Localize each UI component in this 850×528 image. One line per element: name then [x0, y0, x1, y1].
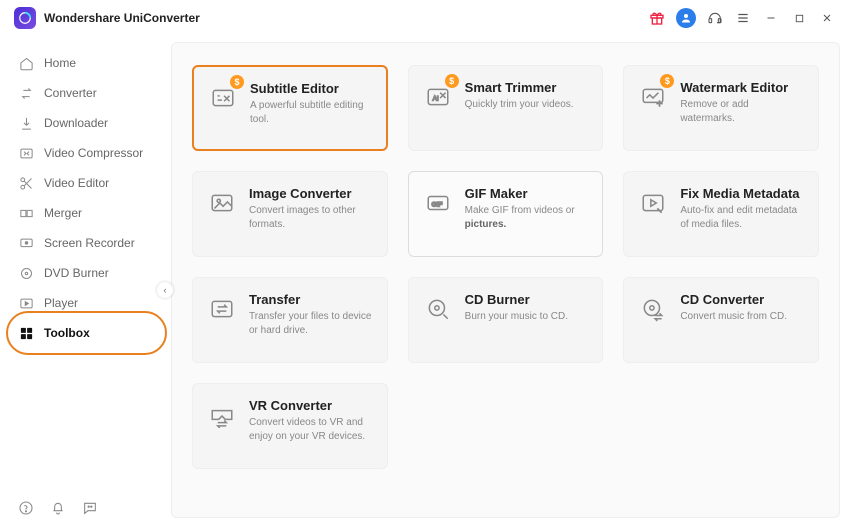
tool-title: Image Converter	[249, 186, 373, 201]
sidebar-item-label: Downloader	[44, 116, 108, 130]
down-icon	[18, 115, 34, 131]
tool-image-converter[interactable]: Image Converter Convert images to other f…	[192, 171, 388, 257]
sidebar-item-converter[interactable]: Converter	[0, 78, 165, 108]
sidebar-item-compressor[interactable]: Video Compressor	[0, 138, 165, 168]
sidebar-item-label: Merger	[44, 206, 82, 220]
watermark-icon: $	[638, 80, 668, 114]
tool-fix-metadata[interactable]: Fix Media Metadata Auto-fix and edit meta…	[623, 171, 819, 257]
tool-subtitle-editor[interactable]: $ Subtitle Editor A powerful subtitle edi…	[192, 65, 388, 151]
vr-icon	[207, 398, 237, 432]
tool-desc: Convert videos to VR and enjoy on your V…	[249, 416, 373, 443]
minimize-button[interactable]	[762, 9, 780, 27]
tool-desc: A powerful subtitle editing tool.	[250, 99, 372, 126]
app-logo	[14, 7, 36, 29]
converter-icon	[18, 85, 34, 101]
bell-icon[interactable]	[50, 500, 66, 516]
gif-icon: GIF	[423, 186, 453, 220]
play-icon	[18, 295, 34, 311]
sidebar-footer	[18, 500, 98, 516]
recorder-icon	[18, 235, 34, 251]
premium-badge: $	[660, 74, 674, 88]
subtitle-icon: $	[208, 81, 238, 115]
transfer-icon	[207, 292, 237, 326]
tool-title: Transfer	[249, 292, 373, 307]
home-icon	[18, 55, 34, 71]
close-button[interactable]	[818, 9, 836, 27]
app-title: Wondershare UniConverter	[44, 11, 200, 25]
sidebar-item-label: Video Editor	[44, 176, 109, 190]
tool-desc: Burn your music to CD.	[465, 310, 568, 324]
tool-gif-maker[interactable]: GIF GIF Maker Make GIF from videos or pic…	[408, 171, 604, 257]
tool-desc: Quickly trim your videos.	[465, 98, 574, 112]
help-icon[interactable]	[18, 500, 34, 516]
tool-title: Watermark Editor	[680, 80, 804, 95]
tool-cd-burner[interactable]: CD Burner Burn your music to CD.	[408, 277, 604, 363]
sidebar-collapse-button[interactable]: ‹	[157, 282, 173, 298]
tool-title: Smart Trimmer	[465, 80, 574, 95]
tool-grid: $ Subtitle Editor A powerful subtitle edi…	[171, 42, 840, 518]
image-icon	[207, 186, 237, 220]
tool-desc: Transfer your files to device or hard dr…	[249, 310, 373, 337]
sidebar-item-label: DVD Burner	[44, 266, 109, 280]
titlebar: Wondershare UniConverter	[0, 0, 850, 36]
tool-title: Fix Media Metadata	[680, 186, 804, 201]
sidebar-item-recorder[interactable]: Screen Recorder	[0, 228, 165, 258]
headset-icon[interactable]	[706, 9, 724, 27]
svg-text:AI: AI	[432, 95, 438, 102]
sidebar-item-dvd[interactable]: DVD Burner	[0, 258, 165, 288]
dvd-icon	[18, 265, 34, 281]
cd-convert-icon	[638, 292, 668, 326]
sidebar-item-merger[interactable]: Merger	[0, 198, 165, 228]
sidebar-item-label: Player	[44, 296, 78, 310]
sidebar-item-home[interactable]: Home	[0, 48, 165, 78]
sidebar-item-player[interactable]: Player	[0, 288, 165, 318]
gift-icon[interactable]	[648, 9, 666, 27]
user-avatar[interactable]	[676, 8, 696, 28]
tool-title: CD Converter	[680, 292, 787, 307]
tool-smart-trimmer[interactable]: AI$ Smart TrimmerQuickly trim your video…	[408, 65, 604, 151]
sidebar-item-label: Toolbox	[44, 326, 90, 340]
maximize-button[interactable]	[790, 9, 808, 27]
tool-cd-converter[interactable]: CD Converter Convert music from CD.	[623, 277, 819, 363]
tool-desc: Auto-fix and edit metadata of media file…	[680, 204, 804, 231]
sidebar-item-label: Converter	[44, 86, 97, 100]
menu-icon[interactable]	[734, 9, 752, 27]
trimmer-icon: AI$	[423, 80, 453, 114]
toolbox-icon	[18, 325, 34, 341]
tool-title: CD Burner	[465, 292, 568, 307]
scissors-icon	[18, 175, 34, 191]
tool-desc: Make GIF from videos or pictures.	[465, 204, 589, 231]
sidebar-item-toolbox[interactable]: Toolbox	[0, 318, 165, 348]
tool-desc: Convert music from CD.	[680, 310, 787, 324]
feedback-icon[interactable]	[82, 500, 98, 516]
premium-badge: $	[445, 74, 459, 88]
merge-icon	[18, 205, 34, 221]
tool-title: VR Converter	[249, 398, 373, 413]
tool-transfer[interactable]: Transfer Transfer your files to device or…	[192, 277, 388, 363]
tool-desc: Convert images to other formats.	[249, 204, 373, 231]
svg-text:GIF: GIF	[431, 201, 442, 208]
metadata-icon	[638, 186, 668, 220]
sidebar-item-label: Home	[44, 56, 76, 70]
tool-desc: Remove or add watermarks.	[680, 98, 804, 125]
compress-icon	[18, 145, 34, 161]
tool-vr-converter[interactable]: VR Converter Convert videos to VR and enj…	[192, 383, 388, 469]
sidebar-item-editor[interactable]: Video Editor	[0, 168, 165, 198]
sidebar-item-downloader[interactable]: Downloader	[0, 108, 165, 138]
tool-title: Subtitle Editor	[250, 81, 372, 96]
premium-badge: $	[230, 75, 244, 89]
sidebar-item-label: Screen Recorder	[44, 236, 135, 250]
sidebar-item-label: Video Compressor	[44, 146, 143, 160]
tool-watermark-editor[interactable]: $ Watermark Editor Remove or add watermar…	[623, 65, 819, 151]
sidebar: Home Converter Downloader Video Compress…	[0, 36, 165, 528]
tool-title: GIF Maker	[465, 186, 589, 201]
cd-burn-icon	[423, 292, 453, 326]
